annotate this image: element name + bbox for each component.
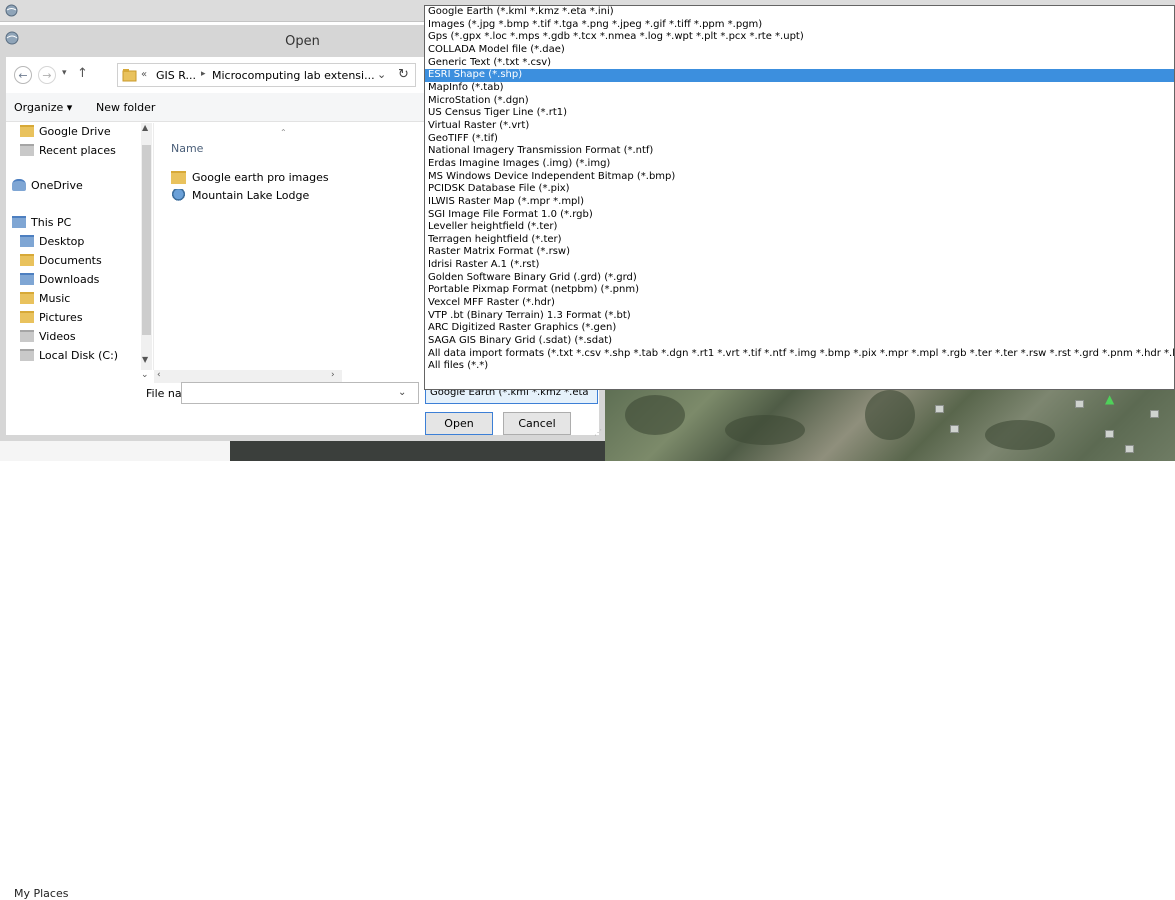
forward-arrow-icon: → bbox=[42, 69, 52, 82]
option-gps[interactable]: Gps (*.gpx *.loc *.mps *.gdb *.tcx *.nme… bbox=[425, 31, 1174, 44]
my-places-label[interactable]: My Places bbox=[14, 887, 68, 900]
nav-scrollbar-thumb[interactable] bbox=[142, 145, 151, 335]
open-button[interactable]: Open bbox=[425, 412, 493, 435]
option-erdas[interactable]: Erdas Imagine Images (.img) (*.img) bbox=[425, 158, 1174, 171]
file-name-input[interactable] bbox=[181, 382, 419, 404]
breadcrumb-separator-icon[interactable]: ▸ bbox=[201, 69, 206, 79]
option-nitf[interactable]: National Imagery Transmission Format (*.… bbox=[425, 145, 1174, 158]
option-golden-software[interactable]: Golden Software Binary Grid (.grd) (*.gr… bbox=[425, 272, 1174, 285]
recent-places-icon bbox=[20, 144, 34, 156]
up-arrow-icon: ↑ bbox=[77, 66, 88, 81]
option-images[interactable]: Images (*.jpg *.bmp *.tif *.tga *.png *.… bbox=[425, 19, 1174, 32]
nav-item-recent-places[interactable]: Recent places bbox=[20, 142, 116, 160]
folder-icon bbox=[20, 330, 34, 342]
back-arrow-icon: ← bbox=[18, 69, 28, 82]
onedrive-icon bbox=[12, 179, 26, 191]
recent-locations-button[interactable]: ▾ bbox=[62, 68, 67, 78]
option-all-data-formats[interactable]: All data import formats (*.txt *.csv *.s… bbox=[425, 348, 1174, 361]
earth-satellite-imagery[interactable]: ▲ bbox=[605, 385, 1175, 461]
nav-scrollbar[interactable] bbox=[141, 123, 152, 370]
option-geotiff[interactable]: GeoTIFF (*.tif) bbox=[425, 133, 1174, 146]
folder-icon bbox=[20, 292, 34, 304]
drive-icon bbox=[20, 349, 34, 361]
sort-ascending-icon: ⌃ bbox=[280, 128, 287, 137]
folder-icon bbox=[171, 170, 186, 184]
nav-item-pictures[interactable]: Pictures bbox=[20, 309, 83, 327]
scroll-down-icon[interactable]: ▼ bbox=[142, 355, 148, 364]
breadcrumb-gis[interactable]: GIS R... bbox=[156, 69, 196, 82]
scroll-down-icon[interactable]: ⌄ bbox=[141, 370, 149, 380]
computer-icon bbox=[12, 216, 26, 228]
google-earth-app-icon bbox=[5, 4, 18, 17]
file-name-dropdown-icon[interactable]: ⌄ bbox=[398, 387, 406, 398]
option-idrisi[interactable]: Idrisi Raster A.1 (*.rst) bbox=[425, 259, 1174, 272]
address-dropdown-icon[interactable]: ⌄ bbox=[377, 68, 386, 81]
option-generic-text[interactable]: Generic Text (*.txt *.csv) bbox=[425, 57, 1174, 70]
back-button[interactable]: ← bbox=[14, 66, 32, 84]
option-bmp[interactable]: MS Windows Device Independent Bitmap (*.… bbox=[425, 171, 1174, 184]
places-panel-strip: My Places bbox=[0, 441, 230, 900]
option-vtp-bt[interactable]: VTP .bt (Binary Terrain) 1.3 Format (*.b… bbox=[425, 310, 1174, 323]
option-pcidsk[interactable]: PCIDSK Database File (*.pix) bbox=[425, 183, 1174, 196]
option-tiger-line[interactable]: US Census Tiger Line (*.rt1) bbox=[425, 107, 1174, 120]
navigation-pane[interactable]: Google Drive Recent places OneDrive This… bbox=[6, 123, 154, 370]
nav-item-videos[interactable]: Videos bbox=[20, 328, 76, 346]
folder-icon bbox=[20, 125, 34, 137]
cancel-button[interactable]: Cancel bbox=[503, 412, 571, 435]
folder-icon bbox=[20, 235, 34, 247]
nav-item-downloads[interactable]: Downloads bbox=[20, 271, 99, 289]
chevron-down-icon: ▾ bbox=[62, 68, 67, 78]
folder-icon bbox=[20, 311, 34, 323]
file-row[interactable]: Google earth pro images bbox=[171, 169, 329, 187]
option-google-earth[interactable]: Google Earth (*.kml *.kmz *.eta *.ini) bbox=[425, 6, 1174, 19]
option-saga[interactable]: SAGA GIS Binary Grid (.sdat) (*.sdat) bbox=[425, 335, 1174, 348]
new-folder-button[interactable]: New folder bbox=[96, 101, 155, 114]
option-pnm[interactable]: Portable Pixmap Format (netpbm) (*.pnm) bbox=[425, 284, 1174, 297]
refresh-icon[interactable]: ↻ bbox=[398, 67, 409, 82]
address-bar[interactable]: « GIS R... ▸ Microcomputing lab extensi.… bbox=[117, 63, 416, 87]
folder-icon bbox=[122, 69, 137, 82]
nav-item-desktop[interactable]: Desktop bbox=[20, 233, 84, 251]
option-all-files[interactable]: All files (*.*) bbox=[425, 360, 1174, 373]
option-esri-shape[interactable]: ESRI Shape (*.shp) bbox=[425, 69, 1174, 82]
nav-item-onedrive[interactable]: OneDrive bbox=[12, 177, 83, 195]
file-type-dropdown-list[interactable]: Google Earth (*.kml *.kmz *.eta *.ini) I… bbox=[424, 5, 1175, 390]
option-ilwis[interactable]: ILWIS Raster Map (*.mpr *.mpl) bbox=[425, 196, 1174, 209]
scroll-right-icon[interactable]: › bbox=[331, 370, 335, 380]
breadcrumb-current-folder[interactable]: Microcomputing lab extensi... bbox=[212, 69, 375, 82]
option-collada[interactable]: COLLADA Model file (*.dae) bbox=[425, 44, 1174, 57]
option-mapinfo[interactable]: MapInfo (*.tab) bbox=[425, 82, 1174, 95]
placemark-pin-icon[interactable]: ▲ bbox=[1105, 393, 1114, 405]
option-raster-matrix[interactable]: Raster Matrix Format (*.rsw) bbox=[425, 246, 1174, 259]
nav-item-local-disk[interactable]: Local Disk (C:) bbox=[20, 347, 118, 365]
option-sgi[interactable]: SGI Image File Format 1.0 (*.rgb) bbox=[425, 209, 1174, 222]
nav-item-music[interactable]: Music bbox=[20, 290, 70, 308]
nav-item-google-drive[interactable]: Google Drive bbox=[20, 123, 111, 141]
scroll-up-icon[interactable]: ▲ bbox=[142, 123, 148, 132]
column-header-name[interactable]: Name bbox=[171, 142, 203, 155]
option-arc-drg[interactable]: ARC Digitized Raster Graphics (*.gen) bbox=[425, 322, 1174, 335]
file-list-pane[interactable]: ⌃ Name Google earth pro images Mountain … bbox=[156, 123, 416, 370]
file-row[interactable]: Mountain Lake Lodge bbox=[171, 187, 309, 205]
nav-item-this-pc[interactable]: This PC bbox=[12, 214, 71, 232]
forward-button[interactable]: → bbox=[38, 66, 56, 84]
option-terragen[interactable]: Terragen heightfield (*.ter) bbox=[425, 234, 1174, 247]
organize-button[interactable]: Organize ▾ bbox=[14, 101, 72, 114]
option-vexcel[interactable]: Vexcel MFF Raster (*.hdr) bbox=[425, 297, 1174, 310]
resize-grip-icon[interactable]: ⋰ bbox=[594, 428, 602, 437]
scroll-left-icon[interactable]: ‹ bbox=[157, 370, 161, 380]
kml-file-icon bbox=[171, 188, 186, 202]
background-dark-strip bbox=[230, 441, 605, 461]
breadcrumb-overflow[interactable]: « bbox=[141, 69, 147, 80]
option-microstation[interactable]: MicroStation (*.dgn) bbox=[425, 95, 1174, 108]
documents-icon bbox=[20, 254, 34, 266]
option-leveller[interactable]: Leveller heightfield (*.ter) bbox=[425, 221, 1174, 234]
option-virtual-raster[interactable]: Virtual Raster (*.vrt) bbox=[425, 120, 1174, 133]
nav-item-documents[interactable]: Documents bbox=[20, 252, 102, 270]
up-button[interactable]: ↑ bbox=[77, 66, 88, 81]
folder-icon bbox=[20, 273, 34, 285]
